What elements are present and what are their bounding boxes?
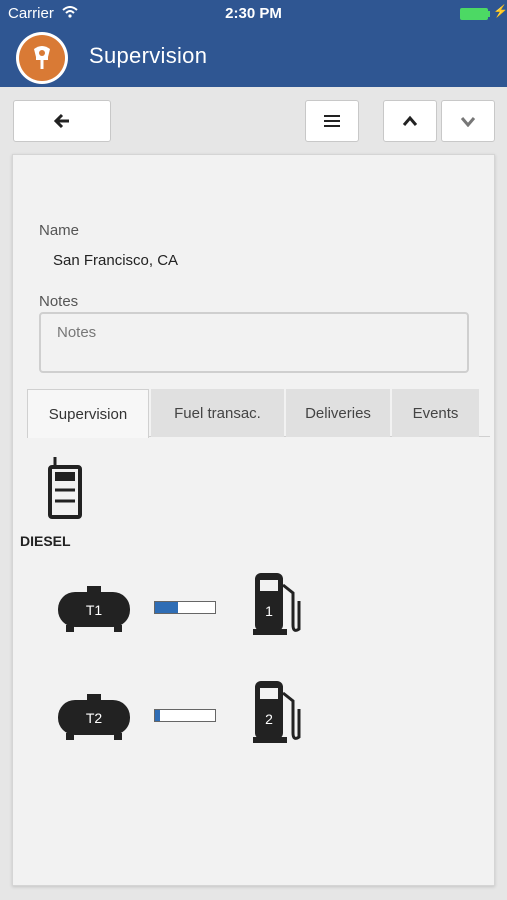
- battery-tip: [488, 11, 490, 17]
- tank-icon[interactable]: T2: [58, 694, 130, 740]
- tab-deliveries[interactable]: Deliveries: [286, 389, 390, 437]
- name-label: Name: [39, 222, 80, 239]
- tank-level-bar: [154, 709, 216, 722]
- fuel-logo-icon: [34, 46, 50, 69]
- tab-fuel-transactions[interactable]: Fuel transac.: [151, 389, 284, 437]
- chevron-up-icon: [402, 115, 418, 126]
- tab-bar: Supervision Fuel transac. Deliveries Eve…: [27, 389, 490, 438]
- previous-button[interactable]: [383, 100, 437, 142]
- detail-panel: Name San Francisco, CA Notes Notes Super…: [12, 154, 495, 886]
- tab-supervision[interactable]: Supervision: [27, 389, 149, 438]
- battery-icon: [460, 8, 488, 20]
- tank-level-bar: [154, 601, 216, 614]
- fuel-pump-icon[interactable]: 1: [253, 571, 305, 637]
- next-button[interactable]: [441, 100, 495, 142]
- tab-events[interactable]: Events: [392, 389, 479, 437]
- tank-gauge-icon[interactable]: [47, 457, 83, 519]
- fuel-pump-icon[interactable]: 2: [253, 679, 305, 745]
- tank-label: T1: [86, 602, 103, 618]
- avatar-image: [19, 35, 65, 81]
- notes-placeholder: Notes: [57, 324, 97, 341]
- notes-field[interactable]: Notes: [39, 312, 469, 373]
- back-button[interactable]: [13, 100, 111, 142]
- status-bar: Carrier 2:30 PM ⚡: [0, 0, 507, 28]
- tank-level-fill: [155, 602, 178, 613]
- avatar[interactable]: [16, 32, 68, 84]
- menu-icon: [324, 115, 340, 127]
- tank-label: T2: [86, 710, 103, 726]
- product-label: DIESEL: [20, 533, 71, 549]
- chevron-down-icon: [460, 117, 476, 127]
- name-value: San Francisco, CA: [53, 252, 179, 269]
- app-header: Carrier 2:30 PM ⚡ Supervision: [0, 0, 507, 87]
- tank-level-fill: [155, 710, 160, 721]
- tank-icon[interactable]: T1: [58, 586, 130, 632]
- menu-button[interactable]: [305, 100, 359, 142]
- charging-icon: ⚡: [493, 4, 507, 18]
- pump-number: 1: [265, 603, 273, 619]
- pump-number: 2: [265, 711, 273, 727]
- notes-label: Notes: [39, 293, 79, 310]
- arrow-left-icon: [53, 113, 69, 129]
- page-title: Supervision: [89, 43, 208, 68]
- status-time: 2:30 PM: [225, 5, 282, 22]
